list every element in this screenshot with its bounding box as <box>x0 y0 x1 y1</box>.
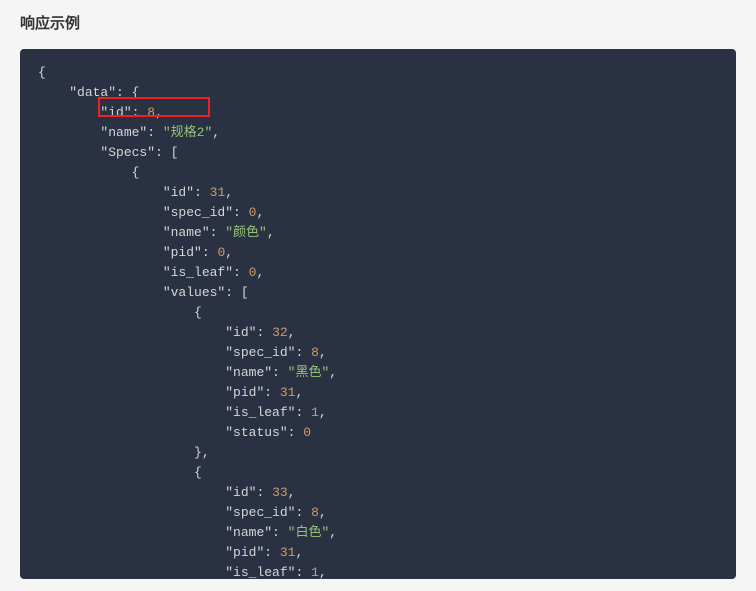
code-line: "id": 31, <box>38 183 718 203</box>
code-line: "name": "规格2", <box>38 123 718 143</box>
code-line: "id": 8, <box>38 103 718 123</box>
code-line: { <box>38 463 718 483</box>
code-line: "values": [ <box>38 283 718 303</box>
section-title: 响应示例 <box>20 12 736 33</box>
code-line: "name": "黑色", <box>38 363 718 383</box>
code-line: "id": 32, <box>38 323 718 343</box>
code-line: "pid": 31, <box>38 543 718 563</box>
code-line: "name": "颜色", <box>38 223 718 243</box>
code-container: { "data": { "id": 8, "name": "规格2", "Spe… <box>38 63 718 579</box>
code-line: "is_leaf": 1, <box>38 403 718 423</box>
code-line: "spec_id": 8, <box>38 343 718 363</box>
code-line: "pid": 0, <box>38 243 718 263</box>
code-line: "pid": 31, <box>38 383 718 403</box>
code-line: "id": 33, <box>38 483 718 503</box>
code-line: }, <box>38 443 718 463</box>
code-line: { <box>38 303 718 323</box>
code-line: "spec_id": 0, <box>38 203 718 223</box>
code-line: "Specs": [ <box>38 143 718 163</box>
code-line: "status": 0 <box>38 423 718 443</box>
code-line: "name": "白色", <box>38 523 718 543</box>
code-line: { <box>38 163 718 183</box>
code-line: "spec_id": 8, <box>38 503 718 523</box>
code-block: { "data": { "id": 8, "name": "规格2", "Spe… <box>20 49 736 579</box>
code-line: "is_leaf": 0, <box>38 263 718 283</box>
code-line: "data": { <box>38 83 718 103</box>
code-line: "is_leaf": 1, <box>38 563 718 579</box>
code-line: { <box>38 63 718 83</box>
